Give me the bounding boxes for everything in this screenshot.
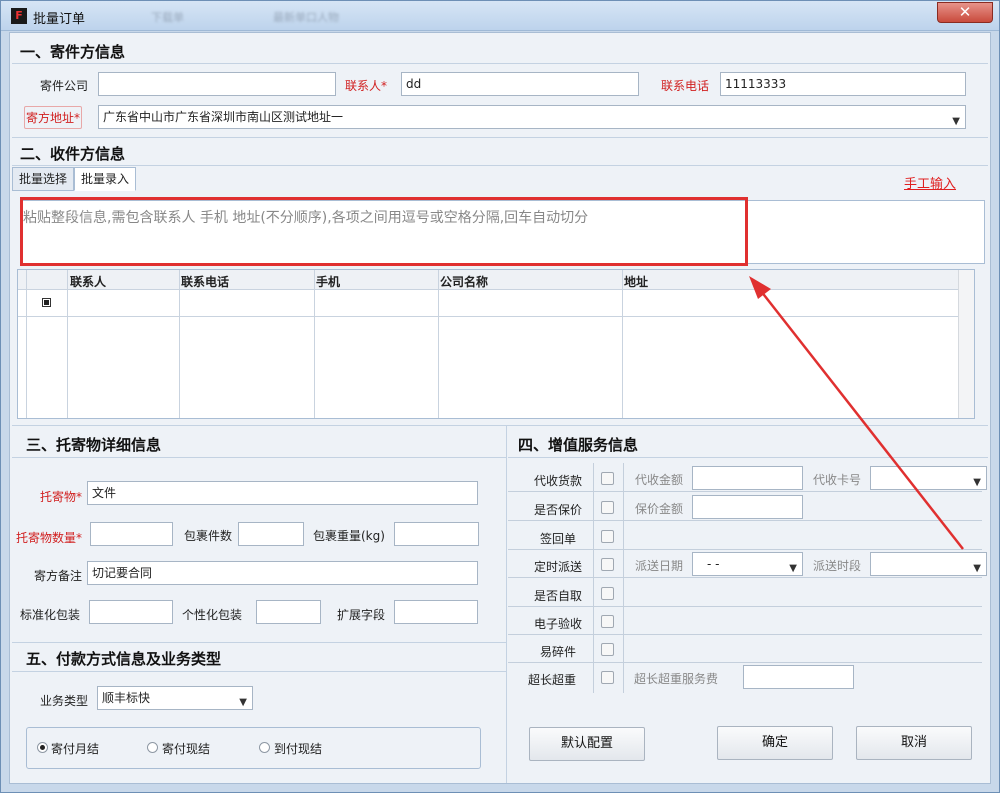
annotation-arrow-shaft	[756, 285, 964, 550]
annotation-arrow	[749, 276, 964, 550]
batch-order-window: F 批量订单 下载单 最新单口人物 ✕ 一、寄件方信息 寄件公司 联系人* dd…	[0, 0, 1000, 793]
annotation-arrow-head	[749, 276, 771, 299]
